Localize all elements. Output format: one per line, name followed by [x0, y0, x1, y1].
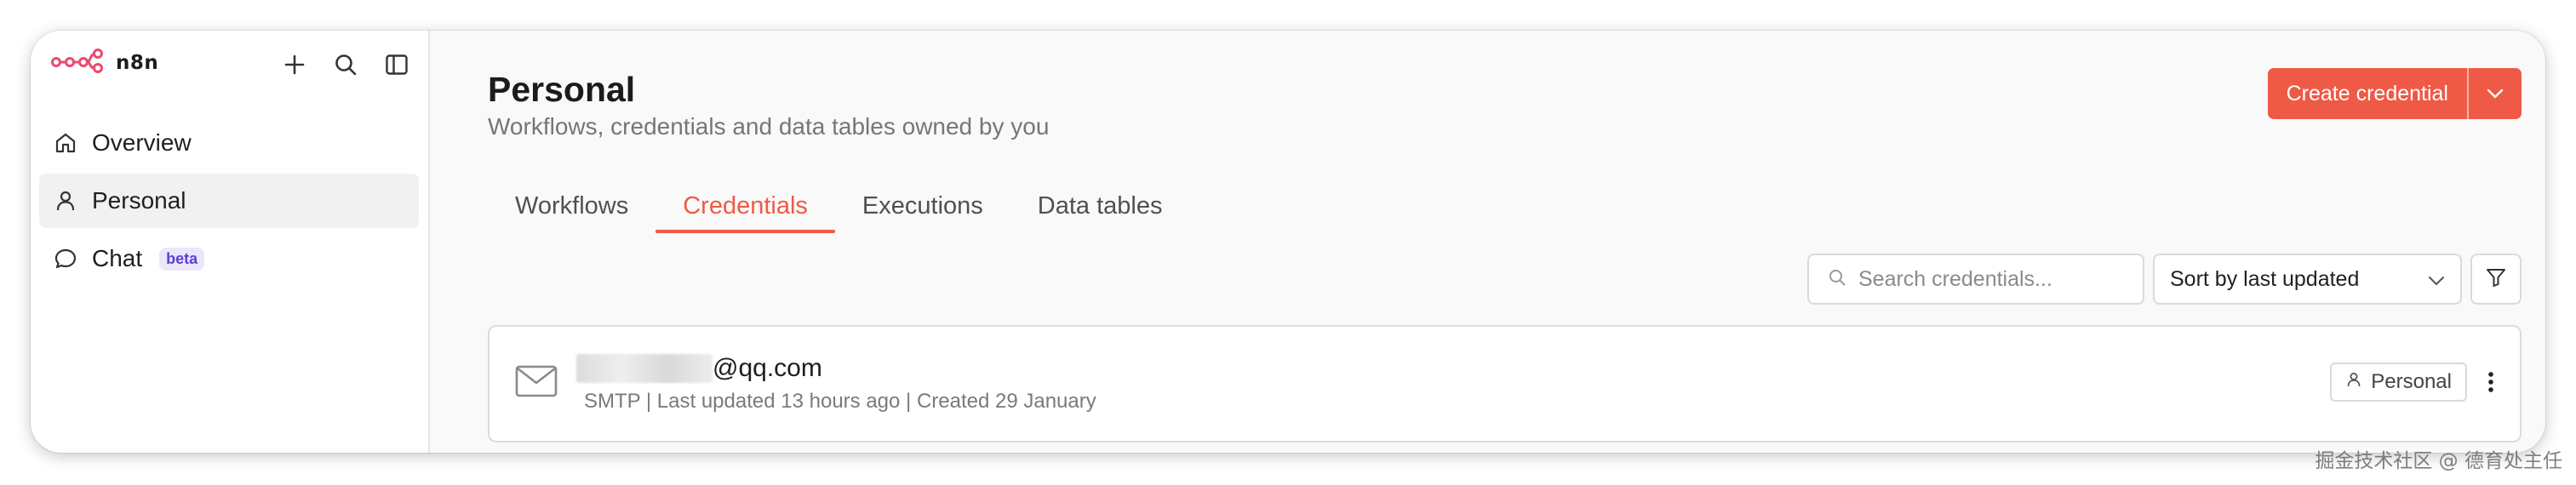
sort-label: Sort by last updated [2170, 266, 2360, 291]
chevron-down-icon[interactable] [2469, 68, 2522, 119]
sidebar: n8n Overview Personal Chat beta [31, 31, 430, 453]
search-input[interactable] [1858, 266, 2131, 292]
credential-name: @qq.com [576, 354, 822, 383]
tab-credentials[interactable]: Credentials [655, 189, 835, 233]
project-tabs: Workflows Credentials Executions Data ta… [488, 189, 1189, 233]
plus-icon[interactable] [279, 49, 310, 80]
filter-button[interactable] [2470, 254, 2522, 305]
create-credential-button[interactable]: Create credential [2267, 68, 2522, 119]
redacted-email-user [576, 354, 713, 383]
sidebar-actions [279, 49, 412, 80]
page-title: Personal [488, 70, 636, 109]
sidebar-item-overview[interactable]: Overview [39, 116, 419, 170]
sidebar-item-label: Overview [92, 129, 192, 156]
sidebar-toggle-icon[interactable] [381, 49, 412, 80]
sidebar-nav: Overview Personal Chat beta [39, 116, 419, 289]
more-options-icon[interactable] [2479, 362, 2503, 402]
credential-meta: SMTP | Last updated 13 hours ago | Creat… [584, 390, 1096, 413]
search-box [1807, 254, 2144, 305]
search-icon [1828, 268, 1846, 291]
user-icon [53, 188, 78, 214]
tab-data-tables[interactable]: Data tables [1010, 189, 1190, 233]
credential-name-suffix: @qq.com [713, 354, 822, 382]
tab-workflows[interactable]: Workflows [488, 189, 655, 233]
n8n-logo-icon [51, 48, 104, 77]
credential-card[interactable]: @qq.com SMTP | Last updated 13 hours ago… [488, 325, 2522, 442]
main-content: Personal Workflows, credentials and data… [430, 31, 2545, 453]
watermark: 掘金技术社区 @ 德育处主任 [2315, 450, 2562, 472]
sort-select[interactable]: Sort by last updated [2153, 254, 2462, 305]
search-icon[interactable] [330, 49, 361, 80]
sidebar-item-chat[interactable]: Chat beta [39, 231, 419, 286]
credential-actions: Personal [2330, 362, 2503, 402]
list-toolbar: Sort by last updated [1807, 254, 2522, 305]
home-icon [53, 130, 78, 156]
create-credential-label[interactable]: Create credential [2268, 68, 2469, 119]
tab-executions[interactable]: Executions [835, 189, 1010, 233]
owner-label: Personal [2371, 370, 2452, 393]
mail-icon [515, 364, 558, 402]
chat-icon [53, 246, 78, 271]
brand[interactable]: n8n [51, 48, 158, 77]
app-window: n8n Overview Personal Chat beta Personal… [31, 31, 2545, 453]
chevron-down-icon [2428, 267, 2445, 292]
app-name: n8n [116, 51, 159, 74]
user-icon [2345, 370, 2362, 394]
sidebar-item-label: Chat [92, 245, 143, 271]
owner-badge: Personal [2330, 362, 2467, 402]
filter-icon [2485, 266, 2507, 293]
sidebar-item-label: Personal [92, 187, 186, 214]
beta-badge: beta [159, 247, 205, 271]
sidebar-item-personal[interactable]: Personal [39, 174, 419, 228]
page-subtitle: Workflows, credentials and data tables o… [488, 113, 1050, 140]
